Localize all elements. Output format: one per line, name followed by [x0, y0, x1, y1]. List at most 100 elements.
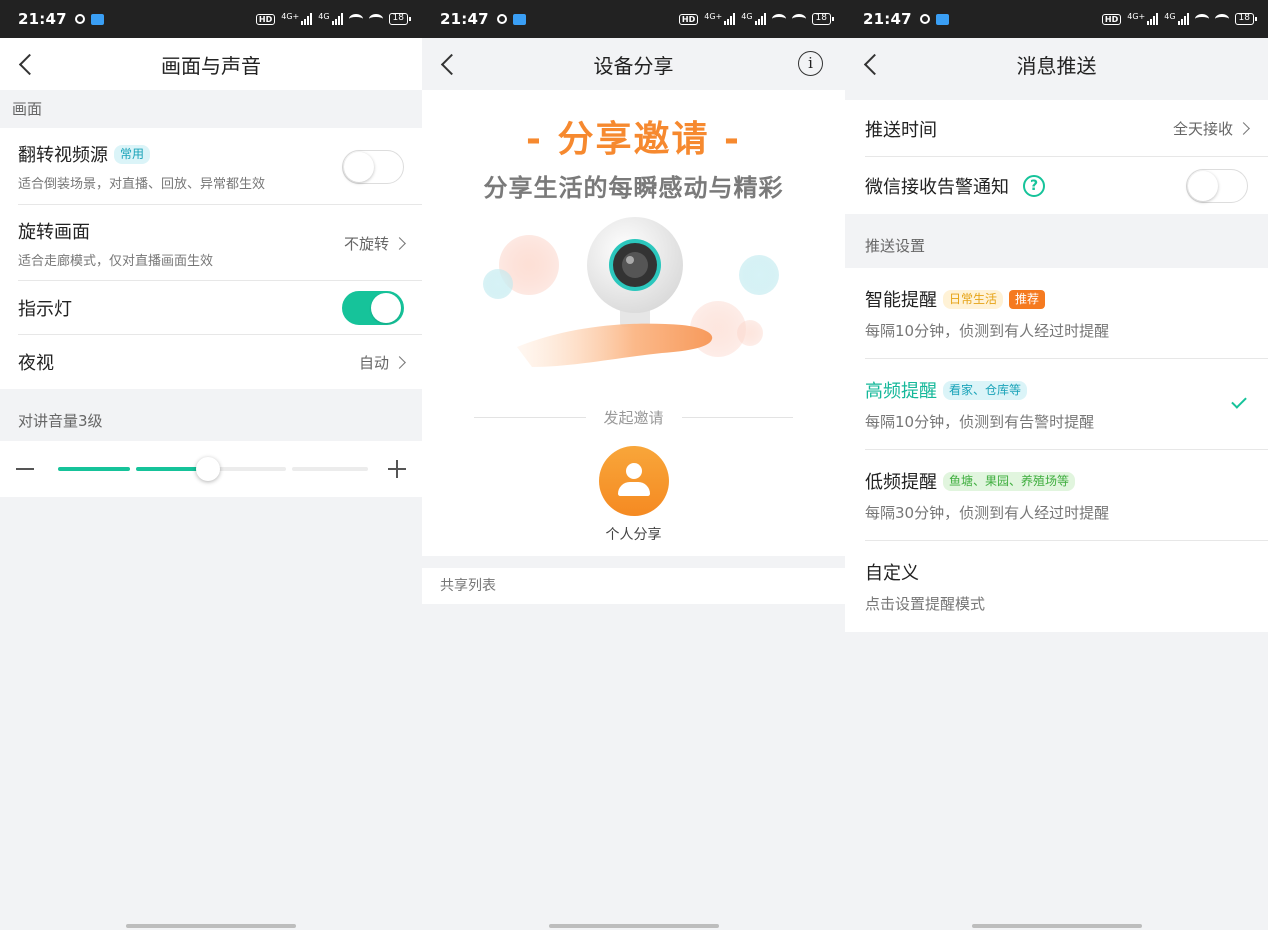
rotate-value: 不旋转	[343, 234, 389, 253]
section-video-label: 画面	[12, 100, 43, 118]
message-icon	[935, 13, 949, 25]
volume-slider[interactable]	[58, 457, 368, 481]
page-title: 画面与声音	[161, 53, 261, 78]
mode-smart-label: 智能提醒	[865, 290, 937, 311]
wifi-icon	[348, 14, 363, 24]
battery-icon: 18	[811, 13, 835, 25]
hd-icon: HD	[1101, 13, 1122, 25]
status-time: 21:47	[18, 10, 67, 28]
message-icon	[512, 13, 526, 25]
volume-label: 对讲音量3级	[18, 412, 103, 430]
privacy-icon	[919, 14, 930, 24]
signal-icon: 4G+	[1127, 13, 1159, 25]
message-icon	[90, 13, 104, 25]
personal-share-button[interactable]	[598, 446, 669, 516]
push-time-label: 推送时间	[865, 119, 937, 141]
home-indicator[interactable]	[126, 924, 296, 928]
chevron-right-icon	[393, 236, 406, 250]
mode-smart-desc: 每隔10分钟，侦测到有人经过时提醒	[865, 322, 1110, 340]
battery-icon: 18	[1234, 13, 1258, 25]
share-list-label: 共享列表	[422, 568, 845, 604]
nav-bar: 设备分享 i	[422, 38, 845, 90]
volume-minus-icon[interactable]	[16, 468, 34, 470]
hd-icon: HD	[255, 13, 276, 25]
info-icon[interactable]: i	[798, 51, 823, 76]
push-settings-label: 推送设置	[865, 237, 926, 255]
mode-high-desc: 每隔10分钟，侦测到有告警时提醒	[865, 413, 1095, 431]
person-icon	[625, 463, 642, 479]
check-icon	[1231, 393, 1247, 409]
wifi-icon-2	[368, 14, 383, 24]
video-settings-card: 翻转视频源 常用 适合倒装场景，对直播、回放、异常都生效 旋转画面 适合走廊模式，…	[0, 128, 422, 389]
indicator-label: 指示灯	[18, 299, 72, 320]
mode-smart[interactable]: 智能提醒 日常生活 推荐 每隔10分钟，侦测到有人经过时提醒	[845, 268, 1268, 359]
screen-message-push: 21:47 HD 4G+ 4G 18 消息推送 推送时间 全天接收 微信接收告警…	[845, 0, 1268, 930]
volume-segment	[58, 467, 130, 471]
volume-plus-icon[interactable]	[388, 460, 406, 478]
indicator-row: 指示灯	[0, 281, 422, 335]
mode-low-tag: 鱼塘、果园、养殖场等	[943, 471, 1076, 491]
back-icon[interactable]	[438, 52, 460, 76]
night-vision-label: 夜视	[18, 353, 54, 374]
wechat-alert-toggle[interactable]	[1186, 168, 1248, 203]
wechat-alert-label: 微信接收告警通知	[865, 176, 1009, 198]
share-card: - 分享邀请 - 分享生活的每瞬感动与精彩 发起邀请 个人分享	[422, 90, 845, 556]
screen-picture-sound: 21:47 HD 4G+ 4G 18 画面与声音 画面 翻转视频源 常用 适合倒装…	[0, 0, 422, 930]
wifi-icon	[1194, 14, 1209, 24]
chevron-right-icon	[1237, 122, 1250, 135]
flip-video-toggle[interactable]	[342, 149, 404, 184]
volume-segment	[292, 467, 368, 471]
wifi-icon-2	[1214, 14, 1229, 24]
recommended-tag: 推荐	[1009, 289, 1046, 309]
rotate-row[interactable]: 旋转画面 适合走廊模式，仅对直播画面生效 不旋转	[0, 205, 422, 281]
status-bar: 21:47 HD 4G+ 4G 18	[422, 0, 845, 38]
mode-high-tag: 看家、仓库等	[943, 380, 1028, 400]
invite-label: 发起邀请	[603, 409, 664, 427]
signal-icon-2: 4G	[1164, 13, 1189, 25]
mode-smart-tag: 日常生活	[943, 289, 1004, 309]
flip-video-row[interactable]: 翻转视频源 常用 适合倒装场景，对直播、回放、异常都生效	[0, 128, 422, 205]
home-indicator[interactable]	[548, 924, 719, 928]
privacy-icon	[496, 14, 507, 24]
signal-icon: 4G+	[704, 13, 736, 25]
chevron-right-icon	[393, 355, 406, 369]
nav-bar: 消息推送	[845, 38, 1268, 90]
hd-icon: HD	[678, 13, 699, 25]
push-time-row[interactable]: 推送时间 全天接收	[845, 100, 1268, 157]
volume-thumb[interactable]	[196, 457, 220, 481]
status-time: 21:47	[863, 10, 912, 28]
rotate-label: 旋转画面	[18, 221, 90, 243]
back-icon[interactable]	[16, 52, 38, 76]
mode-high-frequency[interactable]: 高频提醒 看家、仓库等 每隔10分钟，侦测到有告警时提醒	[845, 359, 1268, 450]
share-banner-subtitle: 分享生活的每瞬感动与精彩	[483, 174, 784, 202]
mode-low-label: 低频提醒	[865, 472, 937, 493]
page-title: 消息推送	[1016, 53, 1097, 78]
status-bar: 21:47 HD 4G+ 4G 18	[0, 0, 422, 38]
invite-divider: 发起邀请	[422, 407, 845, 428]
home-indicator[interactable]	[971, 924, 1142, 928]
volume-slider-row	[0, 441, 422, 497]
signal-icon-2: 4G	[318, 13, 343, 25]
status-time: 21:47	[440, 10, 489, 28]
rotate-desc: 适合走廊模式，仅对直播画面生效	[18, 253, 214, 269]
mode-low-desc: 每隔30分钟，侦测到有人经过时提醒	[865, 504, 1110, 522]
night-vision-row[interactable]: 夜视 自动	[0, 335, 422, 389]
signal-icon-2: 4G	[741, 13, 766, 25]
indicator-toggle[interactable]	[342, 291, 404, 325]
mode-custom-desc: 点击设置提醒模式	[865, 595, 986, 613]
camera-illustration	[483, 217, 779, 367]
mode-custom[interactable]: 自定义 点击设置提醒模式	[845, 541, 1268, 632]
page-title: 设备分享	[593, 53, 674, 78]
privacy-icon	[74, 14, 85, 24]
screen-device-share: 21:47 HD 4G+ 4G 18 设备分享 i - 分享邀请 - 分享生活的…	[422, 0, 845, 930]
mode-high-label: 高频提醒	[865, 381, 937, 402]
flip-video-desc: 适合倒装场景，对直播、回放、异常都生效	[18, 177, 266, 192]
mode-custom-label: 自定义	[865, 563, 919, 584]
back-icon[interactable]	[861, 52, 883, 76]
personal-share-label[interactable]: 个人分享	[422, 524, 845, 544]
night-vision-value: 自动	[358, 353, 389, 372]
status-bar: 21:47 HD 4G+ 4G 18	[845, 0, 1268, 38]
help-icon[interactable]: ?	[1023, 174, 1045, 197]
signal-icon: 4G+	[281, 13, 313, 25]
mode-low-frequency[interactable]: 低频提醒 鱼塘、果园、养殖场等 每隔30分钟，侦测到有人经过时提醒	[845, 450, 1268, 541]
